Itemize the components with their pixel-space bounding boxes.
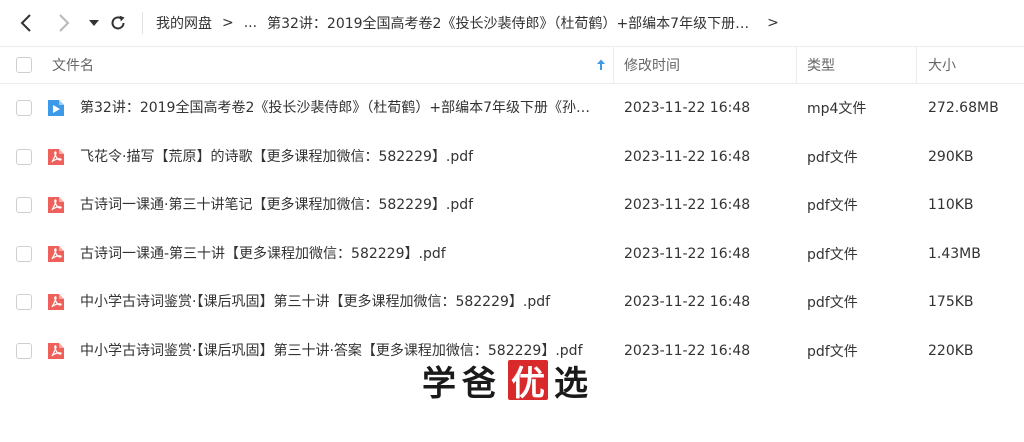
- watermark-logo: 学 爸 优 选: [422, 355, 594, 405]
- toolbar: 我的网盘 > ... 第32讲：2019全国高考卷2《投长沙裴侍郎》（杜荀鹤）+…: [0, 0, 1024, 46]
- file-size: 110KB: [928, 197, 974, 213]
- video-file-icon: [48, 100, 64, 116]
- watermark-badge: 优: [508, 360, 548, 404]
- file-modified: 2023-11-22 16:48: [624, 343, 751, 359]
- pdf-file-icon: [48, 246, 64, 262]
- column-header-name-label: 文件名: [52, 58, 94, 74]
- column-divider: [796, 47, 797, 83]
- row-checkbox[interactable]: [16, 149, 32, 165]
- column-divider: [613, 47, 614, 83]
- history-dropdown-button[interactable]: [82, 11, 106, 35]
- chevron-left-icon: [20, 14, 31, 32]
- column-header-size[interactable]: 大小: [928, 47, 1018, 83]
- file-size: 272.68MB: [928, 100, 999, 116]
- file-name[interactable]: 古诗词一课通-第三十讲【更多课程加微信：582229】.pdf: [80, 230, 600, 278]
- file-type: mp4文件: [807, 101, 867, 117]
- file-size: 175KB: [928, 294, 974, 310]
- breadcrumb-expand-arrow[interactable]: >: [767, 15, 779, 31]
- toolbar-divider: [142, 12, 143, 34]
- column-header-size-label: 大小: [928, 58, 956, 74]
- row-checkbox[interactable]: [16, 294, 32, 310]
- file-name[interactable]: 第32讲：2019全国高考卷2《投长沙裴侍郎》（杜荀鹤）+部编本7年级下册《孙权…: [80, 84, 600, 132]
- table-row[interactable]: 第32讲：2019全国高考卷2《投长沙裴侍郎》（杜荀鹤）+部编本7年级下册《孙权…: [0, 84, 1024, 132]
- column-divider: [916, 47, 917, 83]
- file-modified: 2023-11-22 16:48: [624, 197, 751, 213]
- pdf-file-icon: [48, 149, 64, 165]
- column-header-type-label: 类型: [807, 58, 835, 74]
- forward-button[interactable]: [52, 11, 76, 35]
- row-checkbox[interactable]: [16, 343, 32, 359]
- file-modified: 2023-11-22 16:48: [624, 294, 751, 310]
- file-size: 290KB: [928, 149, 974, 165]
- column-header-name[interactable]: 文件名: [52, 47, 612, 83]
- file-name[interactable]: 飞花令·描写【荒原】的诗歌【更多课程加微信：582229】.pdf: [80, 133, 600, 181]
- column-header-type[interactable]: 类型: [807, 47, 907, 83]
- file-modified: 2023-11-22 16:48: [624, 100, 751, 116]
- select-all-checkbox-cell: [16, 47, 32, 83]
- watermark-char: 学: [422, 363, 462, 404]
- refresh-icon: [111, 15, 125, 30]
- column-header-modified-label: 修改时间: [624, 58, 680, 74]
- table-row[interactable]: 中小学古诗词鉴赏·【课后巩固】第三十讲【更多课程加微信：582229】.pdf …: [0, 278, 1024, 326]
- file-type: pdf文件: [807, 150, 858, 166]
- file-size: 220KB: [928, 343, 974, 359]
- file-list-header: 文件名 修改时间 类型 大小: [0, 46, 1024, 84]
- breadcrumb-ellipsis[interactable]: ...: [244, 15, 257, 31]
- sort-ascending-icon[interactable]: [596, 59, 606, 71]
- select-all-checkbox[interactable]: [16, 57, 32, 73]
- row-checkbox[interactable]: [16, 100, 32, 116]
- chevron-right-icon: [59, 14, 70, 32]
- refresh-button[interactable]: [106, 11, 130, 35]
- file-type: pdf文件: [807, 295, 858, 311]
- table-row[interactable]: 古诗词一课通·第三十讲笔记【更多课程加微信：582229】.pdf 2023-1…: [0, 181, 1024, 229]
- table-row[interactable]: 飞花令·描写【荒原】的诗歌【更多课程加微信：582229】.pdf 2023-1…: [0, 133, 1024, 181]
- breadcrumb: 我的网盘 > ... 第32讲：2019全国高考卷2《投长沙裴侍郎》（杜荀鹤）+…: [156, 0, 789, 46]
- back-button[interactable]: [14, 11, 38, 35]
- file-size: 1.43MB: [928, 246, 981, 262]
- watermark-char: 选: [554, 363, 594, 404]
- breadcrumb-separator: >: [222, 15, 234, 31]
- row-checkbox[interactable]: [16, 197, 32, 213]
- file-name[interactable]: 中小学古诗词鉴赏·【课后巩固】第三十讲【更多课程加微信：582229】.pdf: [80, 278, 600, 326]
- file-type: pdf文件: [807, 344, 858, 360]
- breadcrumb-root[interactable]: 我的网盘: [156, 13, 212, 33]
- pdf-file-icon: [48, 294, 64, 310]
- column-header-modified[interactable]: 修改时间: [624, 47, 794, 83]
- pdf-file-icon: [48, 197, 64, 213]
- pdf-file-icon: [48, 343, 64, 359]
- file-type: pdf文件: [807, 247, 858, 263]
- file-type: pdf文件: [807, 198, 858, 214]
- file-name[interactable]: 古诗词一课通·第三十讲笔记【更多课程加微信：582229】.pdf: [80, 181, 600, 229]
- table-row[interactable]: 古诗词一课通-第三十讲【更多课程加微信：582229】.pdf 2023-11-…: [0, 230, 1024, 278]
- watermark-char: 爸: [462, 363, 502, 404]
- breadcrumb-current[interactable]: 第32讲：2019全国高考卷2《投长沙裴侍郎》（杜荀鹤）+部编本7年级下册《孙权…: [267, 13, 755, 33]
- caret-down-icon: [89, 20, 99, 26]
- row-checkbox[interactable]: [16, 246, 32, 262]
- file-modified: 2023-11-22 16:48: [624, 246, 751, 262]
- file-modified: 2023-11-22 16:48: [624, 149, 751, 165]
